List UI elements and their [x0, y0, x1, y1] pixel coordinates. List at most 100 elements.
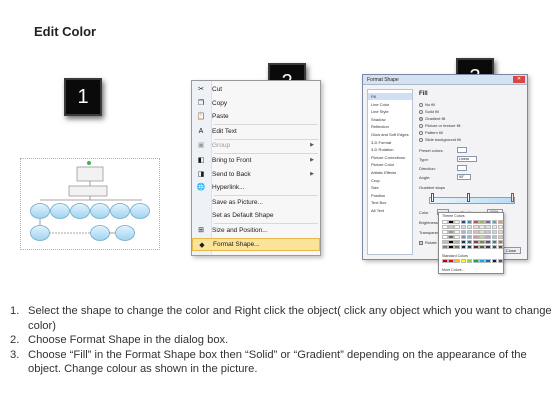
fill-option-gradient-fill[interactable]: Gradient fill [419, 115, 445, 122]
menu-item-hyperlink[interactable]: 🌐 Hyperlink... [192, 181, 320, 195]
color-swatch[interactable] [497, 244, 504, 250]
color-swatch[interactable] [448, 244, 454, 250]
standard-color-swatch[interactable] [460, 259, 467, 264]
nav-item-fill[interactable]: Fill [368, 93, 412, 100]
color-swatch[interactable] [485, 239, 491, 245]
color-swatch[interactable] [479, 224, 485, 230]
fill-option-picture-or-texture-fill[interactable]: Picture or texture fill [419, 122, 460, 129]
org-chart-selection[interactable] [20, 158, 160, 250]
org-chart-mid-box[interactable] [68, 185, 108, 197]
color-swatch[interactable] [454, 224, 460, 230]
nav-item-3-d-format[interactable]: 3-D Format [368, 139, 412, 146]
color-swatch[interactable] [442, 234, 448, 240]
menu-item-format-shape[interactable]: ◆ Format Shape... [192, 237, 320, 251]
color-swatch[interactable] [454, 239, 460, 245]
color-swatch[interactable] [448, 239, 454, 245]
radio-button[interactable] [419, 109, 423, 114]
nav-item-line-color[interactable]: Line Color [368, 101, 412, 108]
angle-input[interactable]: 90° [457, 174, 471, 180]
close-button[interactable]: Close [501, 247, 521, 254]
color-swatch[interactable] [442, 224, 448, 230]
color-swatch[interactable] [454, 244, 460, 250]
context-menu[interactable]: ✂ Cut ❐ Copy 📋 Paste A Edit Text ▣ Group ▶ ◧ Bring t… [191, 80, 321, 256]
radio-button[interactable] [419, 102, 423, 107]
rotate-handle[interactable] [87, 161, 91, 165]
more-colors-link[interactable]: More Colors... [442, 268, 465, 272]
org-chart-graphic[interactable] [21, 159, 161, 251]
color-swatch[interactable] [454, 220, 460, 225]
color-swatch[interactable] [497, 239, 504, 245]
color-swatch[interactable] [454, 229, 460, 235]
color-swatch[interactable] [466, 229, 473, 235]
color-swatch[interactable] [479, 220, 485, 225]
standard-color-swatch[interactable] [442, 259, 448, 264]
gradient-stop-1[interactable] [431, 193, 434, 202]
color-swatch[interactable] [466, 244, 473, 250]
menu-item-send-to-back[interactable]: ◨ Send to Back ▶ [192, 168, 320, 182]
color-swatch[interactable] [479, 229, 485, 235]
color-swatch[interactable] [448, 220, 454, 225]
color-swatch[interactable] [485, 234, 491, 240]
color-swatch[interactable] [479, 244, 485, 250]
menu-item-save-as-picture[interactable]: Save as Picture... [192, 196, 320, 210]
color-swatch[interactable] [497, 220, 504, 225]
color-swatch[interactable] [491, 234, 498, 240]
color-swatch[interactable] [497, 224, 504, 230]
color-swatch[interactable] [460, 234, 467, 240]
standard-color-swatch[interactable] [466, 259, 473, 264]
color-swatch[interactable] [460, 220, 467, 225]
color-swatch[interactable] [472, 244, 479, 250]
color-swatch[interactable] [466, 220, 473, 225]
nav-item-picture-color[interactable]: Picture Color [368, 161, 412, 168]
gradient-stop-2[interactable] [467, 193, 470, 202]
color-swatch[interactable] [466, 234, 473, 240]
nav-item-crop[interactable]: Crop [368, 177, 412, 184]
color-swatch[interactable] [472, 234, 479, 240]
color-swatch[interactable] [491, 229, 498, 235]
color-swatch[interactable] [491, 220, 498, 225]
standard-color-swatch[interactable] [448, 259, 454, 264]
color-swatch[interactable] [460, 224, 467, 230]
standard-color-swatch[interactable] [454, 259, 460, 264]
color-swatch[interactable] [460, 244, 467, 250]
type-dropdown[interactable]: Linear [457, 156, 477, 162]
color-swatch[interactable] [448, 224, 454, 230]
color-swatch[interactable] [448, 234, 454, 240]
nav-item-shadow[interactable]: Shadow [368, 116, 412, 123]
fill-option-pattern-fill[interactable]: Pattern fill [419, 129, 443, 136]
color-swatch[interactable] [442, 239, 448, 245]
nav-item-3-d-rotation[interactable]: 3-D Rotation [368, 146, 412, 153]
org-chart-top-box[interactable] [76, 166, 104, 182]
radio-button[interactable] [419, 123, 423, 128]
menu-item-paste[interactable]: 📋 Paste [192, 110, 320, 124]
nav-item-line-style[interactable]: Line Style [368, 108, 412, 115]
color-swatch[interactable] [485, 229, 491, 235]
color-swatch[interactable] [460, 229, 467, 235]
color-swatch[interactable] [448, 229, 454, 235]
gradient-stop-selected[interactable] [511, 193, 514, 202]
direction-dropdown[interactable] [457, 165, 467, 171]
color-swatch[interactable] [497, 234, 504, 240]
color-swatch[interactable] [497, 229, 504, 235]
standard-color-swatch[interactable] [497, 259, 504, 264]
color-swatch[interactable] [479, 234, 485, 240]
color-swatch[interactable] [466, 224, 473, 230]
nav-item-reflection[interactable]: Reflection [368, 123, 412, 130]
nav-item-glow-and-soft-edges[interactable]: Glow and Soft Edges [368, 131, 412, 138]
rotate-checkbox[interactable] [419, 240, 423, 245]
menu-item-size-and-position[interactable]: ⊞ Size and Position... [192, 224, 320, 238]
fill-option-no-fill[interactable]: No fill [419, 101, 435, 108]
nav-item-text-box[interactable]: Text Box [368, 199, 412, 206]
color-swatch[interactable] [485, 224, 491, 230]
color-swatch[interactable] [491, 224, 498, 230]
radio-button[interactable] [419, 116, 423, 121]
color-swatch[interactable] [454, 234, 460, 240]
nav-item-artistic-effects[interactable]: Artistic Effects [368, 169, 412, 176]
nav-item-alt-text[interactable]: Alt Text [368, 207, 412, 214]
standard-color-swatch[interactable] [472, 259, 479, 264]
nav-item-position[interactable]: Position [368, 192, 412, 199]
color-swatch[interactable] [485, 244, 491, 250]
gradient-bar[interactable] [429, 197, 515, 204]
dialog-nav-list[interactable]: Fill Line Color Line Style Shadow Reflection… [367, 89, 413, 255]
radio-button[interactable] [419, 130, 423, 135]
